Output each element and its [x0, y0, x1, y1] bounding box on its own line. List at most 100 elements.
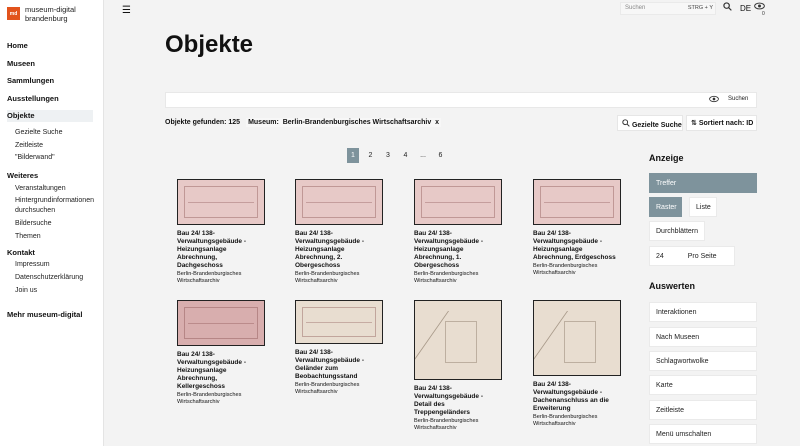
object-title[interactable]: Bau 24/ 138- Verwaltungsgebäude - Heizun…: [533, 230, 619, 262]
nav-datenschutz[interactable]: Datenschutzerklärung: [7, 272, 101, 285]
per-page-select[interactable]: 24 Pro Seite: [649, 246, 735, 266]
object-title[interactable]: Bau 24/ 138- Verwaltungsgebäude - Detail…: [414, 385, 500, 417]
page-3[interactable]: 3: [382, 148, 394, 163]
sort-icon: ⇅: [691, 120, 697, 127]
pagination: 1 2 3 4 ... 6: [347, 148, 452, 163]
grid-view-button[interactable]: Raster: [649, 197, 682, 217]
object-institution: Berlin-Brandenburgisches Wirtschaftsarch…: [414, 418, 479, 431]
object-thumbnail[interactable]: [414, 300, 502, 380]
object-institution: Berlin-Brandenburgisches Wirtschaftsarch…: [177, 271, 242, 284]
object-card[interactable]: Bau 24/ 138- Verwaltungsgebäude - Heizun…: [295, 179, 391, 284]
nav-bilderwand[interactable]: "Bilderwand": [7, 152, 101, 165]
object-institution: Berlin-Brandenburgisches Wirtschaftsarch…: [177, 392, 242, 405]
map-button[interactable]: Karte: [649, 375, 757, 395]
object-card[interactable]: Bau 24/ 138- Verwaltungsgebäude - Dachen…: [533, 300, 629, 427]
language-switch[interactable]: DE: [740, 4, 751, 13]
object-card[interactable]: Bau 24/ 138- Verwaltungsgebäude - Geländ…: [295, 300, 391, 395]
object-title[interactable]: Bau 24/ 138- Verwaltungsgebäude - Heizun…: [177, 351, 263, 391]
object-thumbnail[interactable]: [177, 179, 265, 225]
object-card[interactable]: Bau 24/ 138- Verwaltungsgebäude - Heizun…: [177, 300, 273, 405]
logo-icon: md: [7, 7, 20, 20]
top-search-input[interactable]: Suchen STRG + Y: [620, 2, 716, 15]
by-museum-button[interactable]: Nach Museen: [649, 327, 757, 347]
nav-hintergrund[interactable]: Hintergrundinformationen durchsuchen: [7, 196, 101, 216]
object-institution: Berlin-Brandenburgisches Wirtschaftsarch…: [414, 271, 479, 284]
browse-button[interactable]: Durchblättern: [649, 221, 705, 241]
per-page-value: 24: [656, 253, 664, 260]
object-card[interactable]: Bau 24/ 138- Verwaltungsgebäude - Detail…: [414, 300, 510, 431]
object-institution: Berlin-Brandenburgisches Wirtschaftsarch…: [533, 414, 598, 427]
nav-bildersuche[interactable]: Bildersuche: [7, 218, 101, 231]
filter-remove-button[interactable]: x: [435, 119, 439, 126]
eye-badge: 0: [762, 11, 765, 17]
sidebar: md museum-digital brandenburg Home Musee…: [0, 0, 104, 446]
brand-link[interactable]: md museum-digital brandenburg: [7, 5, 76, 23]
object-title[interactable]: Bau 24/ 138- Verwaltungsgebäude - Heizun…: [414, 230, 500, 270]
nav-veranstaltungen[interactable]: Veranstaltungen: [7, 183, 101, 196]
evaluate-heading: Auswerten: [649, 281, 696, 291]
object-thumbnail[interactable]: [295, 300, 383, 344]
object-thumbnail[interactable]: [295, 179, 383, 225]
list-view-button[interactable]: Liste: [689, 197, 717, 217]
results-summary: Objekte gefunden: 125 Museum: Berlin-Bra…: [165, 118, 442, 127]
object-thumbnail[interactable]: [533, 300, 621, 376]
results-count: Objekte gefunden: 125: [165, 119, 241, 126]
search-icon[interactable]: [723, 2, 732, 13]
targeted-search-label: Gezielte Suche: [631, 122, 682, 129]
search-button[interactable]: Suchen: [728, 96, 748, 102]
hits-button[interactable]: Treffer: [649, 173, 757, 193]
brand-name: museum-digital brandenburg: [25, 5, 76, 23]
nav-ausstellungen[interactable]: Ausstellungen: [7, 93, 101, 111]
nav-gezielte-suche[interactable]: Gezielte Suche: [7, 127, 101, 140]
toggle-menu-button[interactable]: Menü umschalten: [649, 424, 757, 444]
filter-label: Museum:: [248, 119, 279, 126]
timeline-button[interactable]: Zeitleiste: [649, 400, 757, 420]
nav-impressum[interactable]: Impressum: [7, 259, 101, 272]
object-card[interactable]: Bau 24/ 138- Verwaltungsgebäude - Heizun…: [414, 179, 510, 284]
object-title[interactable]: Bau 24/ 138- Verwaltungsgebäude - Heizun…: [295, 230, 381, 270]
filter-value: Berlin-Brandenburgisches Wirtschaftsarch…: [282, 119, 432, 126]
object-title[interactable]: Bau 24/ 138- Verwaltungsgebäude - Geländ…: [295, 349, 381, 381]
targeted-search-button[interactable]: Gezielte Suche: [617, 115, 683, 131]
object-thumbnail[interactable]: [533, 179, 621, 225]
hamburger-icon[interactable]: ☰: [122, 5, 131, 16]
object-institution: Berlin-Brandenburgisches Wirtschaftsarch…: [295, 382, 360, 395]
object-institution: Berlin-Brandenburgisches Wirtschaftsarch…: [295, 271, 360, 284]
page-2[interactable]: 2: [365, 148, 377, 163]
nav-home[interactable]: Home: [7, 40, 101, 58]
shortcut-hint: STRG + Y: [687, 5, 713, 11]
object-thumbnail[interactable]: [414, 179, 502, 225]
page-6[interactable]: 6: [435, 148, 447, 163]
page-1[interactable]: 1: [347, 148, 359, 163]
brand-line2: brandenburg: [25, 14, 68, 23]
nav-zeitleiste[interactable]: Zeitleiste: [7, 140, 101, 153]
tag-cloud-button[interactable]: Schlagwortwolke: [649, 351, 757, 371]
object-card[interactable]: Bau 24/ 138- Verwaltungsgebäude - Heizun…: [177, 179, 273, 284]
eye-icon[interactable]: [709, 95, 719, 105]
object-thumbnail[interactable]: [177, 300, 265, 346]
brand-line1: museum-digital: [25, 5, 76, 14]
filter-chip: Museum: Berlin-Brandenburgisches Wirtsch…: [246, 118, 442, 127]
page-4[interactable]: 4: [400, 148, 412, 163]
interactions-button[interactable]: Interaktionen: [649, 302, 757, 322]
object-institution: Berlin-Brandenburgisches Wirtschaftsarch…: [533, 263, 598, 276]
page-title: Objekte: [165, 31, 254, 58]
page-ellipsis: ...: [420, 152, 426, 159]
search-icon: [622, 119, 632, 129]
nav-themen[interactable]: Themen: [7, 231, 101, 244]
object-card[interactable]: Bau 24/ 138- Verwaltungsgebäude - Heizun…: [533, 179, 629, 276]
search-placeholder: Suchen: [625, 5, 646, 11]
sort-label: Sortiert nach: ID: [698, 120, 754, 127]
nav-sammlungen[interactable]: Sammlungen: [7, 75, 101, 93]
nav-mehr[interactable]: Mehr museum-digital: [7, 309, 101, 327]
object-title[interactable]: Bau 24/ 138- Verwaltungsgebäude - Heizun…: [177, 230, 263, 270]
display-heading: Anzeige: [649, 153, 684, 163]
nav-museen[interactable]: Museen: [7, 58, 101, 76]
main-search-input[interactable]: Suchen: [165, 92, 757, 108]
per-page-label: Pro Seite: [687, 253, 717, 260]
nav-join-us[interactable]: Join us: [7, 285, 101, 298]
main-nav: Home Museen Sammlungen Ausstellungen Obj…: [7, 40, 101, 327]
object-title[interactable]: Bau 24/ 138- Verwaltungsgebäude - Dachen…: [533, 381, 619, 413]
nav-objekte[interactable]: Objekte: [7, 110, 93, 122]
sort-button[interactable]: ⇅ Sortiert nach: ID: [686, 115, 757, 131]
